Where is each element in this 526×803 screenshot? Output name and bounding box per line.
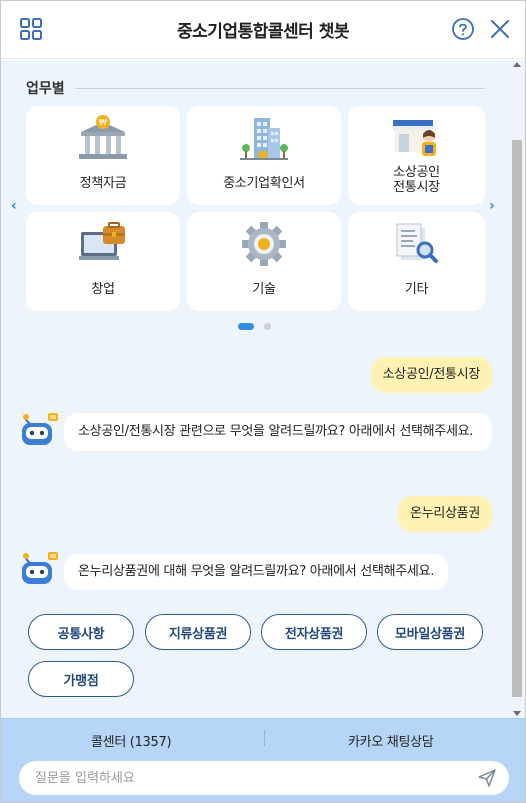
- card-sme-certificate[interactable]: 중소기업확인서: [187, 106, 341, 205]
- question-input[interactable]: [35, 768, 455, 788]
- bot-message: 소상공인/전통시장 관련으로 무엇을 알려드릴까요? 아래에서 선택해주세요.: [64, 413, 492, 451]
- bot-message: 온누리상품권에 대해 무엇을 알려드릴까요? 아래에서 선택해주세요.: [64, 554, 449, 590]
- bot-avatar-icon: [18, 551, 58, 587]
- category-header: 업무별: [26, 78, 485, 98]
- card-label: 창업: [91, 282, 115, 297]
- send-icon[interactable]: [477, 768, 497, 788]
- option-mobile-voucher[interactable]: 모바일상품권: [377, 614, 483, 650]
- carousel-dot[interactable]: [264, 323, 271, 330]
- svg-text:₩: ₩: [99, 118, 107, 127]
- grid-icon[interactable]: [17, 15, 45, 43]
- option-merchant[interactable]: 가맹점: [28, 661, 134, 697]
- category-title: 업무별: [26, 81, 65, 97]
- scrollbar-thumb[interactable]: [512, 140, 522, 697]
- close-icon[interactable]: [486, 15, 514, 43]
- input-container: [19, 761, 509, 795]
- option-common[interactable]: 공통사항: [28, 614, 134, 650]
- bank-icon: ₩: [75, 114, 131, 168]
- card-label: 기술: [252, 282, 276, 297]
- divider: [264, 730, 265, 746]
- scrollbar[interactable]: [511, 60, 523, 718]
- card-label: 정책자금: [79, 176, 127, 191]
- option-electronic-voucher[interactable]: 전자상품권: [261, 614, 367, 650]
- gear-icon: [236, 220, 292, 274]
- divider: [74, 87, 485, 89]
- carousel-prev-icon[interactable]: ‹: [11, 198, 17, 214]
- option-paper-voucher[interactable]: 지류상품권: [145, 614, 251, 650]
- carousel-next-icon[interactable]: ›: [489, 198, 495, 214]
- building-icon: [236, 114, 292, 168]
- chat-area[interactable]: 업무별 ‹ › ₩ 정책자금 중소기업확인서 소상공인 전통시장 창업 기술 기…: [1, 60, 525, 718]
- shop-icon: [389, 114, 445, 168]
- chatbot-window: 중소기업통합콜센터 챗봇 업무별 ‹ › ₩ 정책자금 중소기업확인서 소상공인…: [0, 0, 526, 803]
- card-label-line1: 소상공인 전통시장: [393, 165, 440, 195]
- card-label: 소상공인 전통시장: [393, 165, 440, 195]
- briefcase-computer-icon: [75, 220, 131, 274]
- carousel-dot-active[interactable]: [238, 323, 254, 330]
- help-circle-icon[interactable]: [449, 15, 477, 43]
- document-search-icon: [389, 220, 445, 274]
- card-small-business-market[interactable]: 소상공인 전통시장: [348, 106, 485, 205]
- card-label: 중소기업확인서: [223, 176, 305, 191]
- user-message: 소상공인/전통시장: [370, 357, 492, 393]
- footer: 콜센터 (1357) 카카오 채팅상담: [1, 718, 525, 802]
- user-message: 온누리상품권: [398, 496, 492, 532]
- scroll-down-icon[interactable]: [513, 711, 521, 716]
- card-technology[interactable]: 기술: [187, 212, 341, 311]
- card-policy-fund[interactable]: ₩ 정책자금: [26, 106, 180, 205]
- bot-avatar-icon: [18, 412, 58, 448]
- header: 중소기업통합콜센터 챗봇: [1, 1, 525, 59]
- call-center-link[interactable]: 콜센터 (1357): [91, 731, 172, 750]
- card-startup[interactable]: 창업: [26, 212, 180, 311]
- scroll-up-icon[interactable]: [513, 62, 521, 67]
- page-title: 중소기업통합콜센터 챗봇: [177, 22, 349, 42]
- card-other[interactable]: 기타: [348, 212, 485, 311]
- carousel-pagination: [238, 323, 271, 330]
- card-label: 기타: [404, 282, 429, 297]
- kakao-chat-link[interactable]: 카카오 채팅상담: [348, 731, 434, 750]
